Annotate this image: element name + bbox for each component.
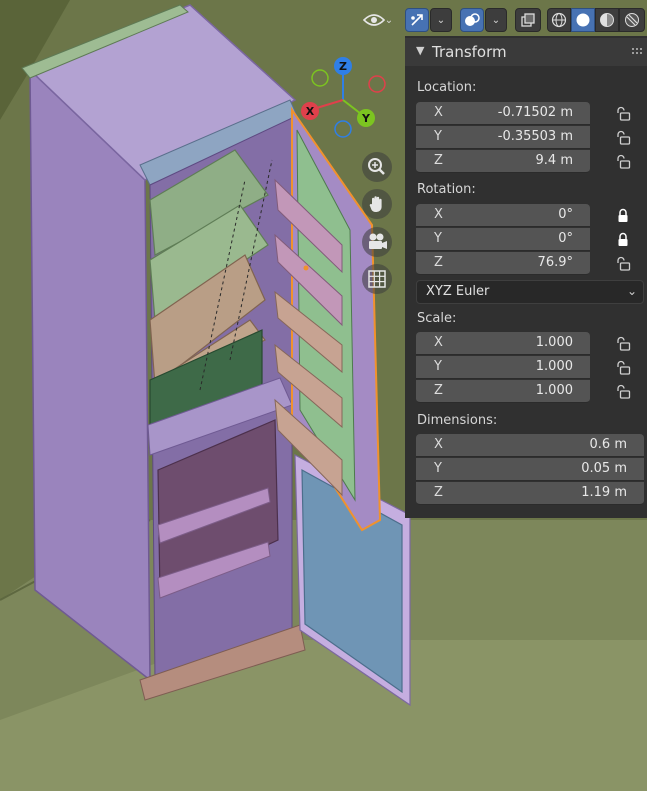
overlays-dropdown[interactable]: ⌄ bbox=[485, 8, 507, 32]
location-z-field[interactable]: Z 9.4 m bbox=[416, 150, 590, 173]
3d-viewport[interactable]: Z X Y ⌄ ⌄ ⌄ ▼ Transform Location: X -0.7… bbox=[0, 0, 647, 791]
scale-label: Scale: bbox=[417, 311, 457, 326]
zoom-button[interactable] bbox=[362, 152, 392, 182]
dimensions-x-field[interactable]: X 0.6 m bbox=[416, 434, 644, 457]
navigation-gizmo[interactable]: Z X Y bbox=[300, 55, 395, 140]
location-x-field[interactable]: X -0.71502 m bbox=[416, 102, 590, 125]
gizmo-toggle[interactable] bbox=[405, 8, 429, 32]
rendered-sphere-icon bbox=[625, 13, 639, 27]
unlocked-icon[interactable] bbox=[615, 130, 631, 146]
axis-label: X bbox=[434, 207, 443, 222]
field-value: 0° bbox=[558, 231, 573, 246]
field-value: 1.000 bbox=[535, 335, 573, 350]
ortho-toggle-button[interactable] bbox=[362, 264, 392, 294]
camera-view-button[interactable] bbox=[362, 227, 392, 257]
shading-material[interactable] bbox=[595, 8, 619, 32]
unlocked-icon[interactable] bbox=[615, 360, 631, 376]
gizmo-arrow-icon bbox=[411, 14, 423, 26]
gizmo-dropdown[interactable]: ⌄ bbox=[430, 8, 452, 32]
location-label: Location: bbox=[417, 80, 477, 95]
field-value: -0.35503 m bbox=[497, 129, 573, 144]
chevron-down-icon: ⌄ bbox=[436, 14, 446, 26]
material-sphere-icon bbox=[600, 13, 614, 27]
collapse-triangle-icon[interactable]: ▼ bbox=[416, 44, 424, 57]
dimensions-y-field[interactable]: Y 0.05 m bbox=[416, 458, 644, 481]
field-value: 76.9° bbox=[537, 255, 573, 270]
gizmo-neg-z[interactable] bbox=[334, 120, 352, 138]
axis-label: Z bbox=[434, 255, 443, 270]
unlocked-icon[interactable] bbox=[615, 336, 631, 352]
locked-icon[interactable] bbox=[615, 232, 631, 248]
rotation-z-field[interactable]: Z 76.9° bbox=[416, 252, 590, 275]
chevron-down-icon: ⌄ bbox=[491, 14, 501, 26]
xray-toggle[interactable] bbox=[515, 8, 541, 32]
rotation-y-field[interactable]: Y 0° bbox=[416, 228, 590, 251]
unlocked-icon[interactable] bbox=[615, 256, 631, 272]
axis-label: X bbox=[434, 437, 443, 452]
axis-label: Y bbox=[434, 359, 442, 374]
gizmo-neg-y[interactable] bbox=[311, 69, 329, 87]
axis-label: X bbox=[434, 105, 443, 120]
solid-sphere-icon bbox=[576, 13, 590, 27]
eye-icon bbox=[362, 14, 385, 26]
shading-rendered[interactable] bbox=[619, 8, 645, 32]
grid-ortho-icon bbox=[368, 270, 386, 288]
chevron-down-icon: ⌄ bbox=[626, 284, 637, 298]
rotation-label: Rotation: bbox=[417, 182, 476, 197]
dimensions-z-field[interactable]: Z 1.19 m bbox=[416, 482, 644, 505]
gizmo-x-label: X bbox=[306, 105, 315, 118]
sidebar-properties-panel[interactable]: ▼ Transform Location: X -0.71502 m Y -0.35… bbox=[405, 36, 647, 518]
overlays-toggle[interactable] bbox=[460, 8, 484, 32]
rotation-mode-value: XYZ Euler bbox=[426, 284, 490, 299]
visibility-dropdown[interactable]: ⌄ bbox=[358, 8, 398, 32]
unlocked-icon[interactable] bbox=[615, 106, 631, 122]
chevron-down-icon: ⌄ bbox=[384, 14, 394, 26]
origin-dot bbox=[303, 265, 309, 271]
axis-label: Z bbox=[434, 383, 443, 398]
rotation-x-field[interactable]: X 0° bbox=[416, 204, 590, 227]
zoom-icon bbox=[368, 158, 385, 175]
field-value: 0.6 m bbox=[589, 437, 627, 452]
transform-panel-header[interactable]: ▼ Transform bbox=[405, 38, 647, 66]
gizmo-neg-x[interactable] bbox=[368, 75, 386, 93]
shading-wireframe[interactable] bbox=[547, 8, 571, 32]
pan-button[interactable] bbox=[362, 189, 392, 219]
field-value: 1.19 m bbox=[581, 485, 627, 500]
field-value: 9.4 m bbox=[535, 153, 573, 168]
gizmo-z-label: Z bbox=[339, 60, 347, 73]
unlocked-icon[interactable] bbox=[615, 154, 631, 170]
xray-icon bbox=[521, 13, 535, 27]
axis-label: X bbox=[434, 335, 443, 350]
shading-solid[interactable] bbox=[571, 8, 595, 32]
field-value: 0.05 m bbox=[581, 461, 627, 476]
location-y-field[interactable]: Y -0.35503 m bbox=[416, 126, 590, 149]
locked-icon[interactable] bbox=[615, 208, 631, 224]
rotation-mode-dropdown[interactable]: XYZ Euler ⌄ bbox=[416, 280, 644, 304]
gizmo-y-label: Y bbox=[361, 112, 371, 125]
drag-grip-icon[interactable] bbox=[631, 46, 643, 56]
field-value: 1.000 bbox=[535, 359, 573, 374]
dimensions-label: Dimensions: bbox=[417, 413, 498, 428]
field-value: 1.000 bbox=[535, 383, 573, 398]
scale-y-field[interactable]: Y 1.000 bbox=[416, 356, 590, 379]
scale-x-field[interactable]: X 1.000 bbox=[416, 332, 590, 355]
unlocked-icon[interactable] bbox=[615, 384, 631, 400]
field-value: -0.71502 m bbox=[497, 105, 573, 120]
field-value: 0° bbox=[558, 207, 573, 222]
camera-icon bbox=[369, 233, 387, 249]
overlay-circles-icon bbox=[465, 13, 480, 26]
wireframe-sphere-icon bbox=[551, 12, 567, 28]
axis-label: Y bbox=[434, 461, 442, 476]
panel-title: Transform bbox=[432, 43, 507, 61]
axis-label: Y bbox=[434, 231, 442, 246]
axis-label: Y bbox=[434, 129, 442, 144]
hand-pan-icon bbox=[369, 196, 382, 212]
axis-label: Z bbox=[434, 485, 443, 500]
axis-label: Z bbox=[434, 153, 443, 168]
scale-z-field[interactable]: Z 1.000 bbox=[416, 380, 590, 403]
